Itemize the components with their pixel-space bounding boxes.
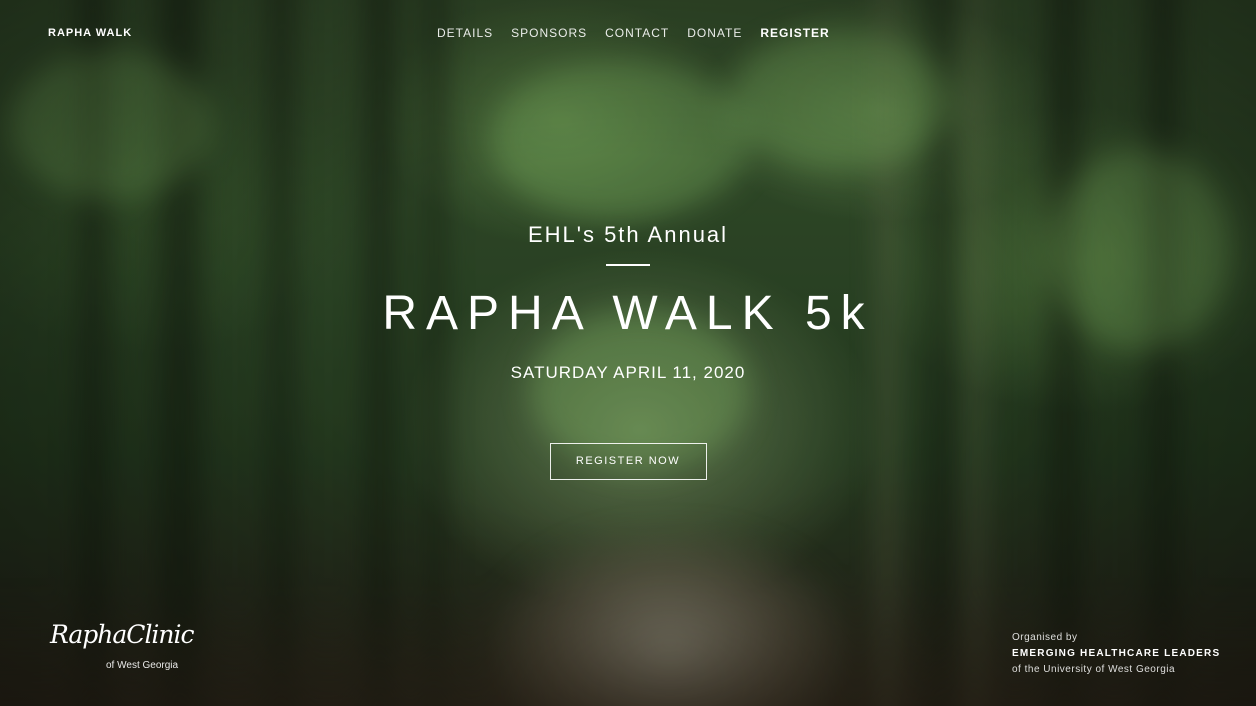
brand-link[interactable]: RAPHA WALK xyxy=(48,27,132,39)
nav-item-register[interactable]: REGISTER xyxy=(760,26,829,40)
nav-item-sponsors[interactable]: SPONSORS xyxy=(511,26,587,40)
event-date: SATURDAY APRIL 11, 2020 xyxy=(510,363,746,382)
rapha-clinic-logo: RaphaClinic of West Georgia xyxy=(50,620,195,676)
hero-subtitle: EHL's 5th Annual xyxy=(527,222,729,247)
organised-by-label: Organised by xyxy=(1012,632,1078,643)
organiser-credits: Organised by EMERGING HEALTHCARE LEADERS… xyxy=(1012,630,1220,678)
organizer-name: EMERGING HEALTHCARE LEADERS xyxy=(1012,648,1221,659)
hero-divider xyxy=(606,264,650,266)
nav-item-donate[interactable]: DONATE xyxy=(687,26,742,40)
hero-section: EHL's 5th Annual RAPHA WALK 5k SATURDAY … xyxy=(0,222,1256,480)
logo-subtitle: of West Georgia xyxy=(106,660,179,671)
organizer-affiliation: of the University of West Georgia xyxy=(1012,664,1176,675)
nav-item-contact[interactable]: CONTACT xyxy=(605,26,669,40)
register-now-button[interactable]: REGISTER NOW xyxy=(549,443,707,480)
logo-name: RaphaClinic xyxy=(50,620,195,649)
main-nav: DETAILS SPONSORS CONTACT DONATE REGISTER xyxy=(437,26,830,40)
hero-title: RAPHA WALK 5k xyxy=(382,287,874,340)
nav-item-details[interactable]: DETAILS xyxy=(437,26,493,40)
